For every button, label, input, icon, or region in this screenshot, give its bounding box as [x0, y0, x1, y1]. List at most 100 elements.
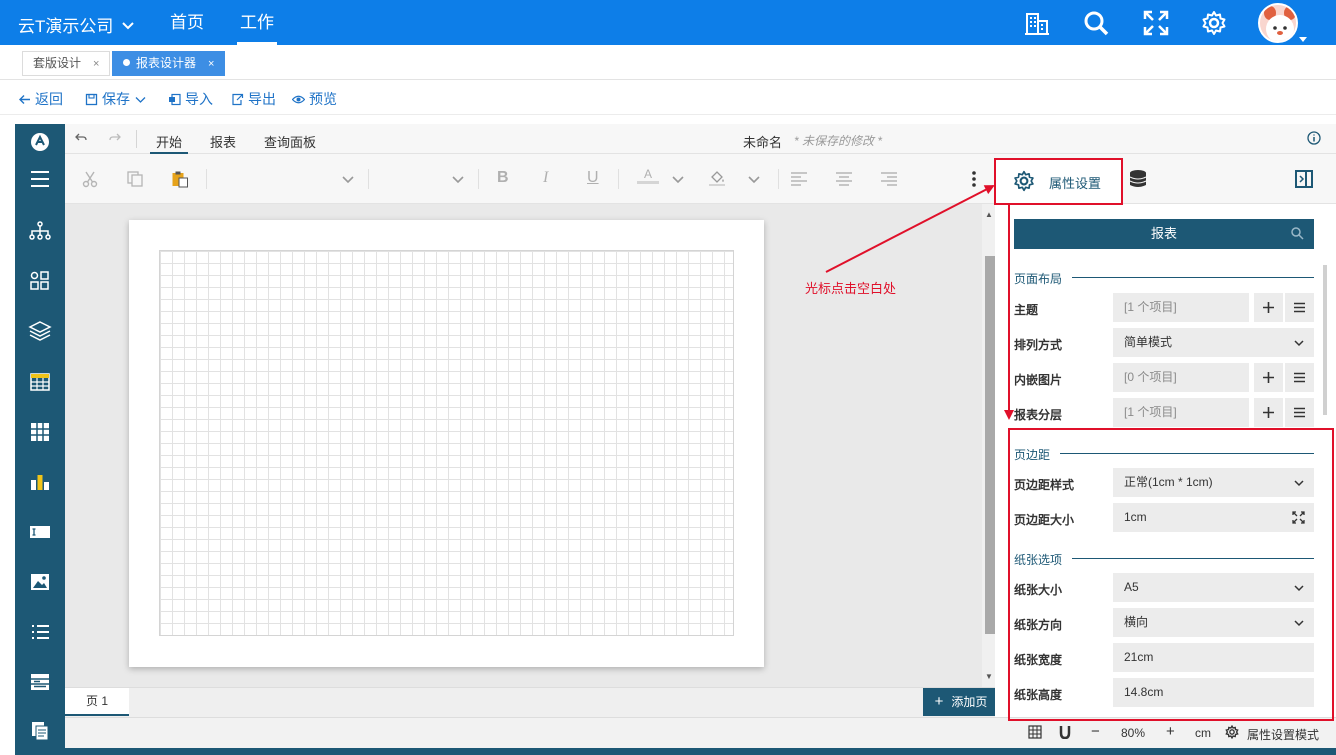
- report-selector[interactable]: 报表: [1014, 219, 1314, 249]
- menu-query-panel[interactable]: 查询面板: [264, 132, 316, 151]
- eye-icon: [292, 95, 305, 103]
- scroll-down-icon[interactable]: ▼: [985, 672, 993, 681]
- save-button[interactable]: 保存: [85, 89, 147, 109]
- snap-magnet-icon[interactable]: [1058, 725, 1072, 742]
- grid-toggle-icon[interactable]: [1028, 725, 1042, 742]
- bold-button[interactable]: B: [497, 169, 509, 187]
- export-button[interactable]: 导出: [231, 89, 276, 109]
- building-icon[interactable]: [1024, 10, 1050, 36]
- plus-icon: [1263, 372, 1274, 383]
- preview-label: 预览: [309, 91, 337, 107]
- arrange-label: 排列方式: [1014, 338, 1063, 352]
- images-list-button[interactable]: [1285, 363, 1314, 392]
- layers-icon[interactable]: [28, 319, 52, 343]
- chevron-down-icon: [1294, 340, 1304, 347]
- images-add-button[interactable]: [1254, 363, 1283, 392]
- list-icon[interactable]: [28, 620, 52, 644]
- font-color-dropdown-icon[interactable]: [669, 170, 687, 188]
- search-icon[interactable]: [1083, 10, 1109, 36]
- bottom-accent-bar: [15, 748, 1336, 755]
- add-page-button[interactable]: + 添加页: [923, 688, 999, 716]
- copy-icon[interactable]: [126, 170, 144, 188]
- zoom-in-button[interactable]: +: [1166, 723, 1175, 740]
- report-page[interactable]: [129, 220, 764, 667]
- avatar-caret-icon[interactable]: [1299, 37, 1307, 42]
- company-switcher[interactable]: 云T演示公司: [18, 12, 135, 37]
- layers-list-button[interactable]: [1285, 398, 1314, 427]
- more-options-icon[interactable]: [965, 170, 983, 188]
- property-mode-label[interactable]: 属性设置模式: [1247, 726, 1319, 743]
- document-icon[interactable]: [28, 719, 52, 743]
- database-icon[interactable]: [1128, 169, 1148, 189]
- tab-label: 报表设计器: [136, 56, 197, 70]
- components-icon[interactable]: [28, 269, 52, 293]
- tab-template-design[interactable]: 套版设计 ×: [22, 51, 111, 76]
- design-canvas[interactable]: [65, 204, 982, 687]
- back-button[interactable]: 返回: [18, 89, 63, 109]
- panel-scrollbar[interactable]: [1323, 265, 1327, 415]
- settings-icon[interactable]: [1201, 10, 1227, 36]
- hamburger-menu-icon[interactable]: [28, 167, 52, 191]
- format-toolbar: B I U A: [65, 154, 995, 204]
- redo-icon[interactable]: [109, 131, 121, 146]
- table-icon[interactable]: [28, 370, 52, 394]
- bar-chart-icon[interactable]: [28, 470, 52, 494]
- font-family-dropdown-icon[interactable]: [339, 170, 357, 188]
- gear-icon: [1225, 724, 1239, 742]
- close-icon[interactable]: ×: [208, 58, 214, 70]
- fullscreen-icon[interactable]: [1143, 10, 1169, 36]
- section-page-layout: 页面布局: [1014, 272, 1063, 286]
- undo-icon[interactable]: [75, 131, 87, 146]
- menu-start[interactable]: 开始: [149, 132, 189, 154]
- import-label: 导入: [185, 91, 213, 107]
- font-size-dropdown-icon[interactable]: [449, 170, 467, 188]
- highlight-box-property-tab: [994, 158, 1123, 205]
- hierarchy-icon[interactable]: [28, 219, 52, 243]
- nav-work[interactable]: 工作: [237, 0, 277, 45]
- font-color-button[interactable]: A: [637, 167, 659, 184]
- tab-report-designer[interactable]: 报表设计器 ×: [112, 51, 226, 76]
- preview-button[interactable]: 预览: [292, 89, 337, 109]
- align-center-icon[interactable]: [835, 170, 853, 188]
- layers-add-button[interactable]: [1254, 398, 1283, 427]
- report-selector-label: 报表: [1150, 226, 1177, 241]
- menu-icon: [1294, 407, 1305, 418]
- table-list-icon[interactable]: [28, 670, 52, 694]
- theme-add-button[interactable]: [1254, 293, 1283, 322]
- fill-color-dropdown-icon[interactable]: [745, 170, 763, 188]
- user-avatar[interactable]: [1258, 3, 1298, 43]
- divider: [368, 169, 369, 189]
- info-icon[interactable]: [1307, 131, 1321, 148]
- theme-label: 主题: [1014, 303, 1039, 317]
- align-right-icon[interactable]: [880, 170, 898, 188]
- import-button[interactable]: 导入: [168, 89, 213, 109]
- scrollbar-thumb[interactable]: [985, 256, 995, 634]
- textbox-icon[interactable]: [28, 520, 52, 544]
- embedded-images-field[interactable]: [0 个项目]: [1113, 363, 1249, 392]
- nav-home[interactable]: 首页: [170, 0, 204, 45]
- scroll-up-icon[interactable]: ▲: [985, 210, 993, 219]
- close-icon[interactable]: ×: [93, 58, 99, 70]
- divider: [478, 169, 479, 189]
- export-icon: [232, 93, 244, 105]
- canvas-scrollbar[interactable]: ▲ ▼: [982, 204, 996, 687]
- menu-report[interactable]: 报表: [210, 132, 236, 151]
- image-icon[interactable]: [28, 570, 52, 594]
- paste-icon[interactable]: [171, 170, 189, 188]
- theme-field[interactable]: [1 个项目]: [1113, 293, 1249, 322]
- tab-label: 套版设计: [33, 56, 82, 70]
- cut-icon[interactable]: [81, 170, 99, 188]
- matrix-icon[interactable]: [28, 420, 52, 444]
- theme-list-button[interactable]: [1285, 293, 1314, 322]
- report-layers-field[interactable]: [1 个项目]: [1113, 398, 1249, 427]
- underline-button[interactable]: U: [587, 169, 599, 187]
- align-left-icon[interactable]: [790, 170, 808, 188]
- page-grid[interactable]: [159, 250, 734, 636]
- italic-button[interactable]: I: [543, 169, 548, 187]
- page-tab[interactable]: 页 1: [65, 688, 129, 716]
- fill-color-icon[interactable]: [708, 168, 726, 186]
- panel-collapse-icon[interactable]: [1294, 169, 1314, 189]
- zoom-out-button[interactable]: −: [1091, 723, 1100, 740]
- unit-label[interactable]: cm: [1195, 726, 1211, 740]
- arrange-select[interactable]: 简单模式: [1113, 328, 1314, 357]
